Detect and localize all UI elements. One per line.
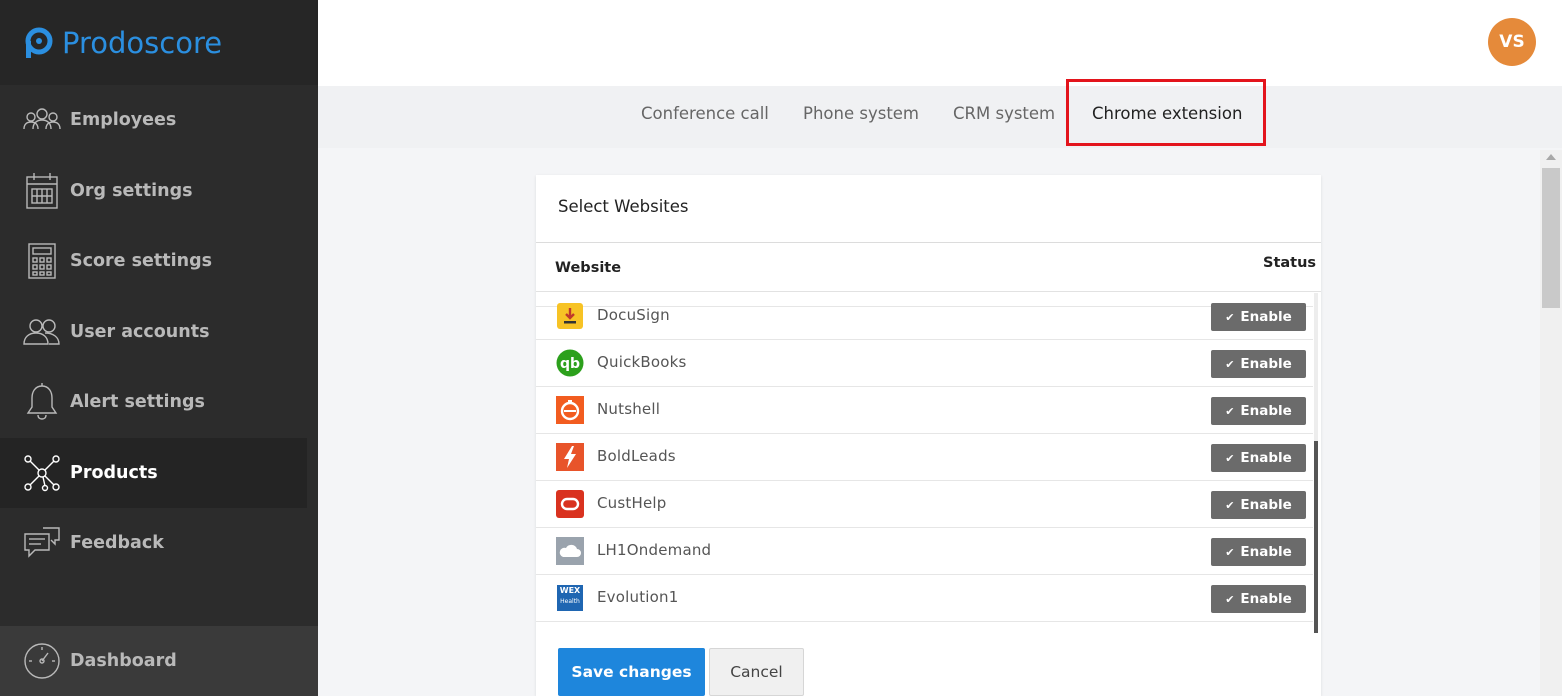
enable-button[interactable]: ✔ Enable [1211, 491, 1306, 519]
svg-text:qb: qb [560, 356, 580, 372]
check-icon: ✔ [1225, 357, 1235, 371]
website-name: QuickBooks [597, 353, 687, 371]
tab-chrome-extension[interactable]: Chrome extension [1092, 86, 1242, 144]
user-accounts-icon [22, 312, 62, 352]
save-changes-button[interactable]: Save changes [558, 648, 705, 696]
sidebar-nav: Employees Org settings Score settings Us… [0, 85, 318, 579]
table-row: DocuSign ✔ Enable [536, 293, 1313, 340]
sidebar-item-label: Dashboard [70, 651, 177, 671]
page-scrollbar[interactable] [1540, 150, 1562, 696]
website-name: BoldLeads [597, 447, 676, 465]
check-icon: ✔ [1225, 404, 1235, 418]
table-row: WEX Health Evolution1 ✔ Enable [536, 575, 1313, 622]
sidebar-item-products[interactable]: Products [0, 437, 307, 508]
top-header: VS [318, 0, 1562, 86]
sidebar: Prodoscore Employees Org settings Score … [0, 0, 318, 696]
sidebar-item-label: Feedback [70, 533, 164, 554]
sidebar-item-score-settings[interactable]: Score settings [0, 226, 318, 297]
list-scrollbar[interactable] [1314, 293, 1318, 633]
website-name: Evolution1 [597, 588, 679, 606]
website-name: Nutshell [597, 400, 661, 418]
websites-list[interactable]: DocuSign ✔ Enable qb QuickBooks ✔ Enable N… [536, 293, 1313, 633]
table-row: qb QuickBooks ✔ Enable [536, 340, 1313, 387]
logo[interactable]: Prodoscore [0, 0, 318, 85]
cancel-button[interactable]: Cancel [709, 648, 804, 696]
docusign-icon [556, 302, 584, 330]
enable-button[interactable]: ✔ Enable [1211, 303, 1306, 331]
calculator-icon [22, 241, 62, 281]
website-name: DocuSign [597, 306, 670, 324]
tab-phone-system[interactable]: Phone system [803, 86, 919, 144]
boldleads-icon [556, 443, 584, 471]
sidebar-item-alert-settings[interactable]: Alert settings [0, 367, 318, 438]
prodoscore-logo-icon [22, 27, 54, 59]
enable-button[interactable]: ✔ Enable [1211, 444, 1306, 472]
enable-button[interactable]: ✔ Enable [1211, 585, 1306, 613]
tab-crm-system[interactable]: CRM system [953, 86, 1055, 144]
website-name: LH1Ondemand [597, 541, 712, 559]
wex-health-icon: WEX Health [556, 584, 584, 612]
sidebar-item-label: Products [70, 462, 158, 483]
enable-button[interactable]: ✔ Enable [1211, 350, 1306, 378]
brand-name: Prodoscore [62, 25, 223, 60]
check-icon: ✔ [1225, 498, 1235, 512]
calendar-icon [22, 171, 62, 211]
sidebar-item-employees[interactable]: Employees [0, 85, 318, 156]
product-tabs: Conference call Phone system CRM system … [318, 86, 1562, 148]
check-icon: ✔ [1225, 592, 1235, 606]
nutshell-icon [556, 396, 584, 424]
sidebar-item-label: User accounts [70, 321, 210, 342]
table-row: BoldLeads ✔ Enable [536, 434, 1313, 481]
column-header-status: Status [1263, 255, 1317, 271]
table-row: LH1Ondemand ✔ Enable [536, 528, 1313, 575]
list-scrollbar-thumb[interactable] [1314, 441, 1318, 633]
feedback-icon [22, 523, 62, 563]
check-icon: ✔ [1225, 451, 1235, 465]
table-row: Nutshell ✔ Enable [536, 387, 1313, 434]
card-title: Select Websites [558, 197, 689, 216]
sidebar-item-label: Alert settings [70, 392, 205, 413]
tab-conference-call[interactable]: Conference call [641, 86, 769, 144]
scroll-up-icon[interactable] [1546, 154, 1556, 160]
sidebar-item-feedback[interactable]: Feedback [0, 508, 318, 579]
cloud-icon [556, 537, 584, 565]
network-icon [22, 453, 62, 493]
sidebar-item-label: Org settings [70, 180, 193, 201]
enable-button[interactable]: ✔ Enable [1211, 397, 1306, 425]
table-header: Website Status [536, 243, 1321, 292]
quickbooks-icon: qb [556, 349, 584, 377]
column-header-website: Website [555, 260, 622, 276]
sidebar-item-label: Score settings [70, 251, 213, 272]
sidebar-item-label: Employees [70, 110, 177, 131]
check-icon: ✔ [1225, 545, 1235, 559]
website-name: CustHelp [597, 494, 667, 512]
employees-icon [22, 100, 62, 140]
sidebar-item-org-settings[interactable]: Org settings [0, 156, 318, 227]
gauge-icon [22, 641, 62, 681]
custhelp-icon [556, 490, 584, 518]
bell-icon [22, 382, 62, 422]
check-icon: ✔ [1225, 310, 1235, 324]
enable-button[interactable]: ✔ Enable [1211, 538, 1306, 566]
table-row: CustHelp ✔ Enable [536, 481, 1313, 528]
select-websites-card: Select Websites Website Status DocuSign … [536, 175, 1321, 696]
sidebar-item-dashboard[interactable]: Dashboard [0, 626, 318, 696]
sidebar-item-user-accounts[interactable]: User accounts [0, 297, 318, 368]
scrollbar-thumb[interactable] [1542, 168, 1560, 308]
avatar[interactable]: VS [1488, 18, 1536, 66]
